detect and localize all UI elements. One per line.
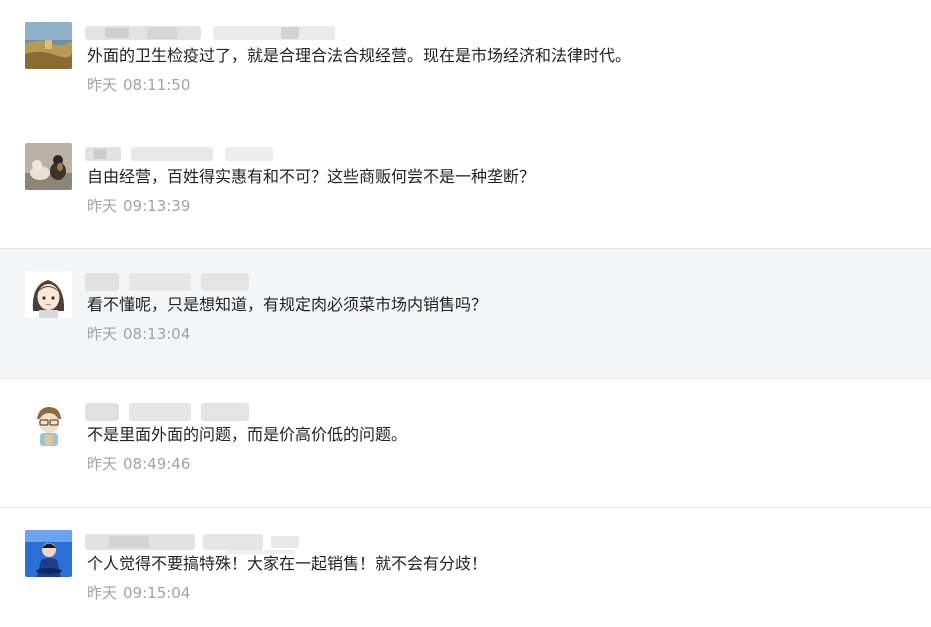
timestamp-day: 昨天 — [87, 197, 118, 215]
comment-item: 不是里面外面的问题，而是价高价低的问题。 昨天 08:49:46 — [0, 379, 931, 508]
timestamp-time: 08:11:50 — [123, 76, 191, 94]
girl-cartoon-avatar[interactable] — [25, 271, 72, 318]
blurred-username — [85, 532, 345, 554]
timestamp-time: 08:49:46 — [123, 455, 191, 473]
comment-timestamp: 昨天 08:11:50 — [87, 75, 190, 95]
timestamp-day: 昨天 — [87, 76, 118, 94]
blurred-username — [85, 403, 345, 423]
blurred-username — [85, 273, 345, 293]
boy-cartoon-avatar[interactable] — [25, 401, 72, 448]
comment-text: 自由经营，百姓得实惠有和不可？这些商贩何尝不是一种垄断？ — [87, 167, 536, 186]
timestamp-time: 09:13:39 — [123, 197, 191, 215]
comment-item: 个人觉得不要搞特殊！大家在一起销售！就不会有分歧！ 昨天 09:15:04 — [0, 508, 931, 627]
comment-item: 外面的卫生检疫过了，就是合理合法合规经营。现在是市场经济和法律时代。 昨天 08:… — [0, 0, 931, 129]
comment-text: 不是里面外面的问题，而是价高价低的问题。 — [87, 425, 408, 444]
timestamp-day: 昨天 — [87, 325, 118, 343]
blue-figure-avatar[interactable] — [25, 530, 72, 577]
landscape-avatar[interactable] — [25, 22, 72, 69]
timestamp-time: 08:13:04 — [123, 325, 191, 343]
comment-list: 外面的卫生检疫过了，就是合理合法合规经营。现在是市场经济和法律时代。 昨天 08:… — [0, 0, 931, 627]
comment-text: 看不懂呢，只是想知道，有规定肉必须菜市场内销售吗？ — [87, 295, 488, 314]
comment-item: 自由经营，百姓得实惠有和不可？这些商贩何尝不是一种垄断？ 昨天 09:13:39 — [0, 121, 931, 249]
timestamp-day: 昨天 — [87, 455, 118, 473]
comment-timestamp: 昨天 08:49:46 — [87, 454, 190, 474]
comment-item: 看不懂呢，只是想知道，有规定肉必须菜市场内销售吗？ 昨天 08:13:04 — [0, 249, 931, 379]
dogs-avatar[interactable] — [25, 143, 72, 190]
comment-text: 个人觉得不要搞特殊！大家在一起销售！就不会有分歧！ — [87, 554, 488, 573]
comment-timestamp: 昨天 08:13:04 — [87, 324, 190, 344]
comment-timestamp: 昨天 09:15:04 — [87, 583, 190, 603]
timestamp-day: 昨天 — [87, 584, 118, 602]
blurred-username — [85, 145, 345, 165]
comment-timestamp: 昨天 09:13:39 — [87, 196, 190, 216]
timestamp-time: 09:15:04 — [123, 584, 191, 602]
comment-text: 外面的卫生检疫过了，就是合理合法合规经营。现在是市场经济和法律时代。 — [87, 46, 632, 65]
blurred-username — [85, 24, 345, 44]
